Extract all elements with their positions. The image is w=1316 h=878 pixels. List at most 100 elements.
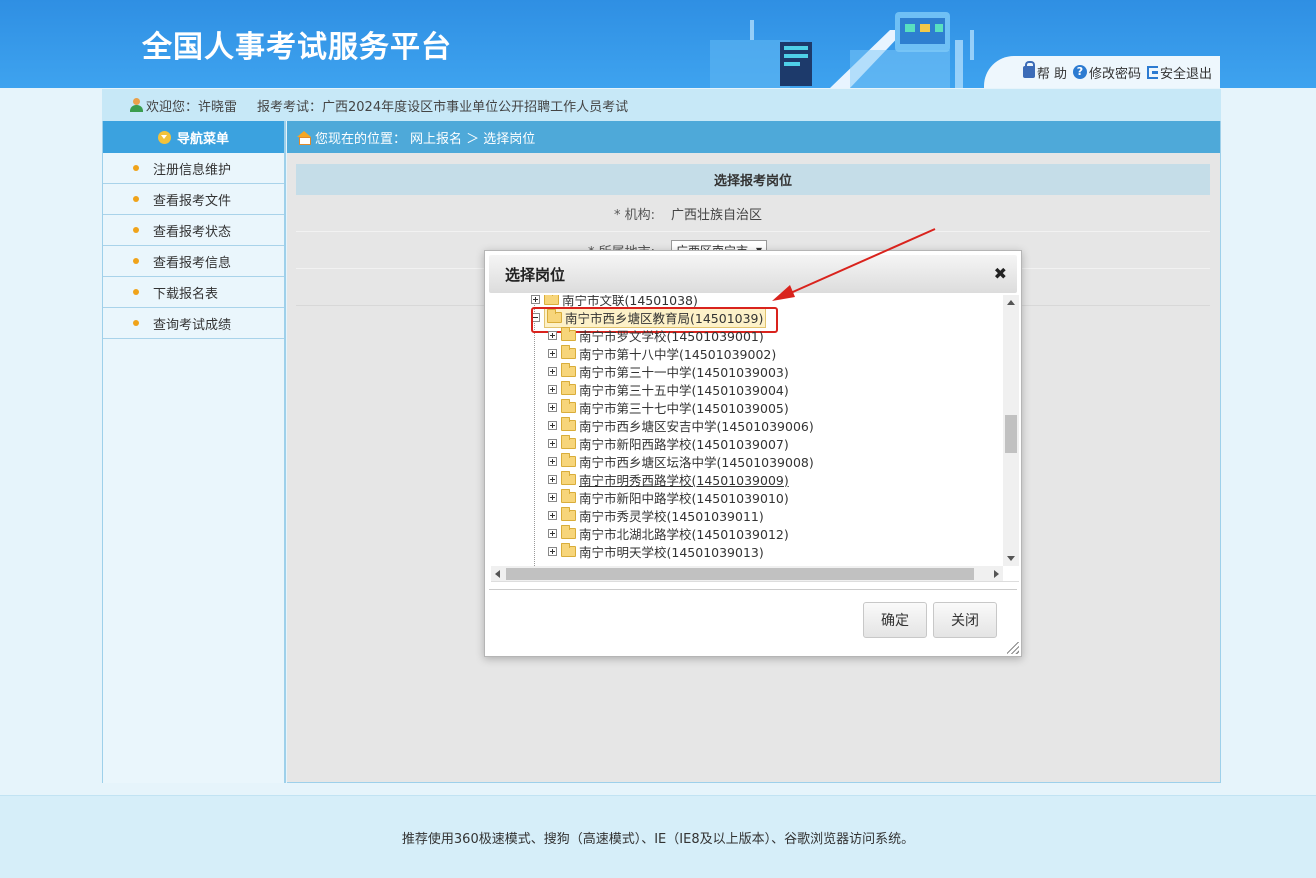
top-links: 帮 助 ? 修改密码 安全退出 xyxy=(984,56,1220,88)
home-icon xyxy=(297,131,311,145)
scroll-thumb[interactable] xyxy=(506,568,974,580)
expand-plus-icon[interactable] xyxy=(548,438,557,448)
expand-plus-icon[interactable] xyxy=(548,384,557,394)
tree-node[interactable]: 南宁市明天学校(14501039013) xyxy=(548,542,764,560)
folder-icon xyxy=(561,452,576,467)
sidebar-item-label: 查询考试成绩 xyxy=(153,317,232,333)
bullet-icon xyxy=(133,196,139,202)
sidebar-item-exam-status[interactable]: 查看报考状态 xyxy=(103,215,284,246)
chevron-down-icon xyxy=(157,130,171,144)
tree-connector xyxy=(534,295,535,566)
nav-menu-header: 导航菜单 xyxy=(103,121,284,153)
dialog-header: 选择岗位 ✖ xyxy=(489,255,1017,293)
tree-node-label: 南宁市秀灵学校(14501039011) xyxy=(579,508,764,524)
folder-icon xyxy=(544,295,559,305)
bullet-icon xyxy=(133,165,139,171)
expand-plus-icon[interactable] xyxy=(531,295,540,304)
bullet-icon xyxy=(133,289,139,295)
folder-icon xyxy=(561,362,576,377)
expand-plus-icon[interactable] xyxy=(548,402,557,412)
tree-node[interactable]: 南宁市罗文学校(14501039001) xyxy=(548,326,764,344)
resize-grip-icon[interactable] xyxy=(1007,642,1019,654)
sidebar-item-label: 查看报考状态 xyxy=(153,224,232,240)
tree-node-label: 南宁市第三十七中学(14501039005) xyxy=(579,400,789,416)
tree-node-label: 南宁市第三十五中学(14501039004) xyxy=(579,382,789,398)
scroll-right-icon[interactable] xyxy=(994,570,999,578)
expand-plus-icon[interactable] xyxy=(548,366,557,376)
expand-plus-icon[interactable] xyxy=(548,330,557,340)
tree-node[interactable]: 南宁市明秀西路学校(14501039009) xyxy=(548,470,789,488)
expand-plus-icon[interactable] xyxy=(548,420,557,430)
banner-illustration xyxy=(710,12,974,88)
sidebar-item-exam-files[interactable]: 查看报考文件 xyxy=(103,184,284,215)
expand-plus-icon[interactable] xyxy=(548,456,557,466)
tree-node-label: 南宁市新阳西路学校(14501039007) xyxy=(579,436,789,452)
expand-plus-icon[interactable] xyxy=(548,528,557,538)
change-password-link[interactable]: ? 修改密码 xyxy=(1072,63,1141,82)
expand-plus-icon[interactable] xyxy=(548,510,557,520)
tree-node[interactable]: 南宁市北湖北路学校(14501039012) xyxy=(548,524,789,542)
sidebar-item-register-info[interactable]: 注册信息维护 xyxy=(103,153,284,184)
expand-plus-icon[interactable] xyxy=(548,546,557,556)
tree-node[interactable]: 南宁市新阳西路学校(14501039007) xyxy=(548,434,789,452)
exam-name: 报考考试：广西2024年度设区市事业单位公开招聘工作人员考试 xyxy=(257,99,629,115)
tree-node[interactable]: 南宁市第三十一中学(14501039003) xyxy=(548,362,789,380)
help-link[interactable]: 帮 助 xyxy=(1022,61,1067,82)
change-password-label: 修改密码 xyxy=(1088,66,1141,82)
user-icon xyxy=(130,98,143,112)
close-icon[interactable]: ✖ xyxy=(994,264,1007,283)
tree-node[interactable]: 南宁市第三十七中学(14501039005) xyxy=(548,398,789,416)
tree-node-label: 南宁市明天学校(14501039013) xyxy=(579,544,764,560)
close-button[interactable]: 关闭 xyxy=(933,602,997,638)
expand-plus-icon[interactable] xyxy=(548,492,557,502)
folder-icon xyxy=(561,434,576,449)
sidebar-item-exam-info[interactable]: 查看报考信息 xyxy=(103,246,284,277)
expand-plus-icon[interactable] xyxy=(548,474,557,484)
nav-menu-title: 导航菜单 xyxy=(176,131,229,147)
folder-icon xyxy=(561,398,576,413)
org-label: * 机构: xyxy=(613,207,655,223)
tree-node[interactable]: 南宁市西乡塘区坛洛中学(14501039008) xyxy=(548,452,814,470)
lock-icon xyxy=(1022,61,1035,78)
header-banner: 全国人事考试服务平台 帮 助 ? 修改密码 安全退出 xyxy=(0,0,1316,88)
sidebar-item-scores[interactable]: 查询考试成绩 xyxy=(103,308,284,339)
tree-node-label: 南宁市北湖北路学校(14501039012) xyxy=(579,526,789,542)
tree-node-label: 南宁市罗文学校(14501039001) xyxy=(579,328,764,344)
tree-node[interactable]: 南宁市第三十五中学(14501039004) xyxy=(548,380,789,398)
expand-plus-icon[interactable] xyxy=(548,348,557,358)
sidebar-item-label: 查看报考信息 xyxy=(153,255,232,271)
tree-node-label: 南宁市西乡塘区安吉中学(14501039006) xyxy=(579,418,814,434)
tree-node[interactable]: 南宁市西乡塘区安吉中学(14501039006) xyxy=(548,416,814,434)
bullet-icon xyxy=(133,320,139,326)
vertical-scrollbar[interactable] xyxy=(1003,295,1019,566)
folder-icon xyxy=(561,380,576,395)
tree-node[interactable]: 南宁市第十八中学(14501039002) xyxy=(548,344,776,362)
site-title: 全国人事考试服务平台 xyxy=(142,30,452,65)
sidebar-item-download-form[interactable]: 下载报名表 xyxy=(103,277,284,308)
tree-node[interactable]: 南宁市秀灵学校(14501039011) xyxy=(548,506,764,524)
bullet-icon xyxy=(133,258,139,264)
tree-node[interactable]: 南宁市新阳中路学校(14501039010) xyxy=(548,488,789,506)
scroll-down-icon[interactable] xyxy=(1007,556,1015,561)
folder-icon xyxy=(561,416,576,431)
scroll-up-icon[interactable] xyxy=(1007,300,1015,305)
help-link-label: 帮 助 xyxy=(1036,66,1067,82)
folder-icon xyxy=(561,326,576,341)
horizontal-scrollbar[interactable] xyxy=(491,566,1003,581)
tree-node-label: 南宁市新阳中路学校(14501039010) xyxy=(579,490,789,506)
dialog-divider xyxy=(489,589,1017,590)
breadcrumb: 您现在的位置： 网上报名 ＞ 选择岗位 xyxy=(287,121,1220,153)
scroll-left-icon[interactable] xyxy=(495,570,500,578)
logout-label: 安全退出 xyxy=(1159,66,1212,82)
tree-node-label: 南宁市西乡塘区坛洛中学(14501039008) xyxy=(579,454,814,470)
browser-recommendation: 推荐使用360极速模式、搜狗（高速模式）、IE（IE8及以上版本）、谷歌浏览器访… xyxy=(401,831,915,847)
select-position-dialog: 选择岗位 ✖ 南宁市文联(14501038) 南宁市西乡塘区教育局(145010… xyxy=(484,250,1022,657)
exit-icon xyxy=(1146,65,1158,79)
logout-link[interactable]: 安全退出 xyxy=(1146,63,1212,82)
confirm-button[interactable]: 确定 xyxy=(863,602,927,638)
folder-icon xyxy=(561,344,576,359)
folder-icon xyxy=(561,506,576,521)
scroll-thumb[interactable] xyxy=(1005,415,1017,453)
welcome-greeting: 欢迎您：许晓雷 xyxy=(146,99,238,115)
sidebar-item-label: 查看报考文件 xyxy=(153,193,232,209)
